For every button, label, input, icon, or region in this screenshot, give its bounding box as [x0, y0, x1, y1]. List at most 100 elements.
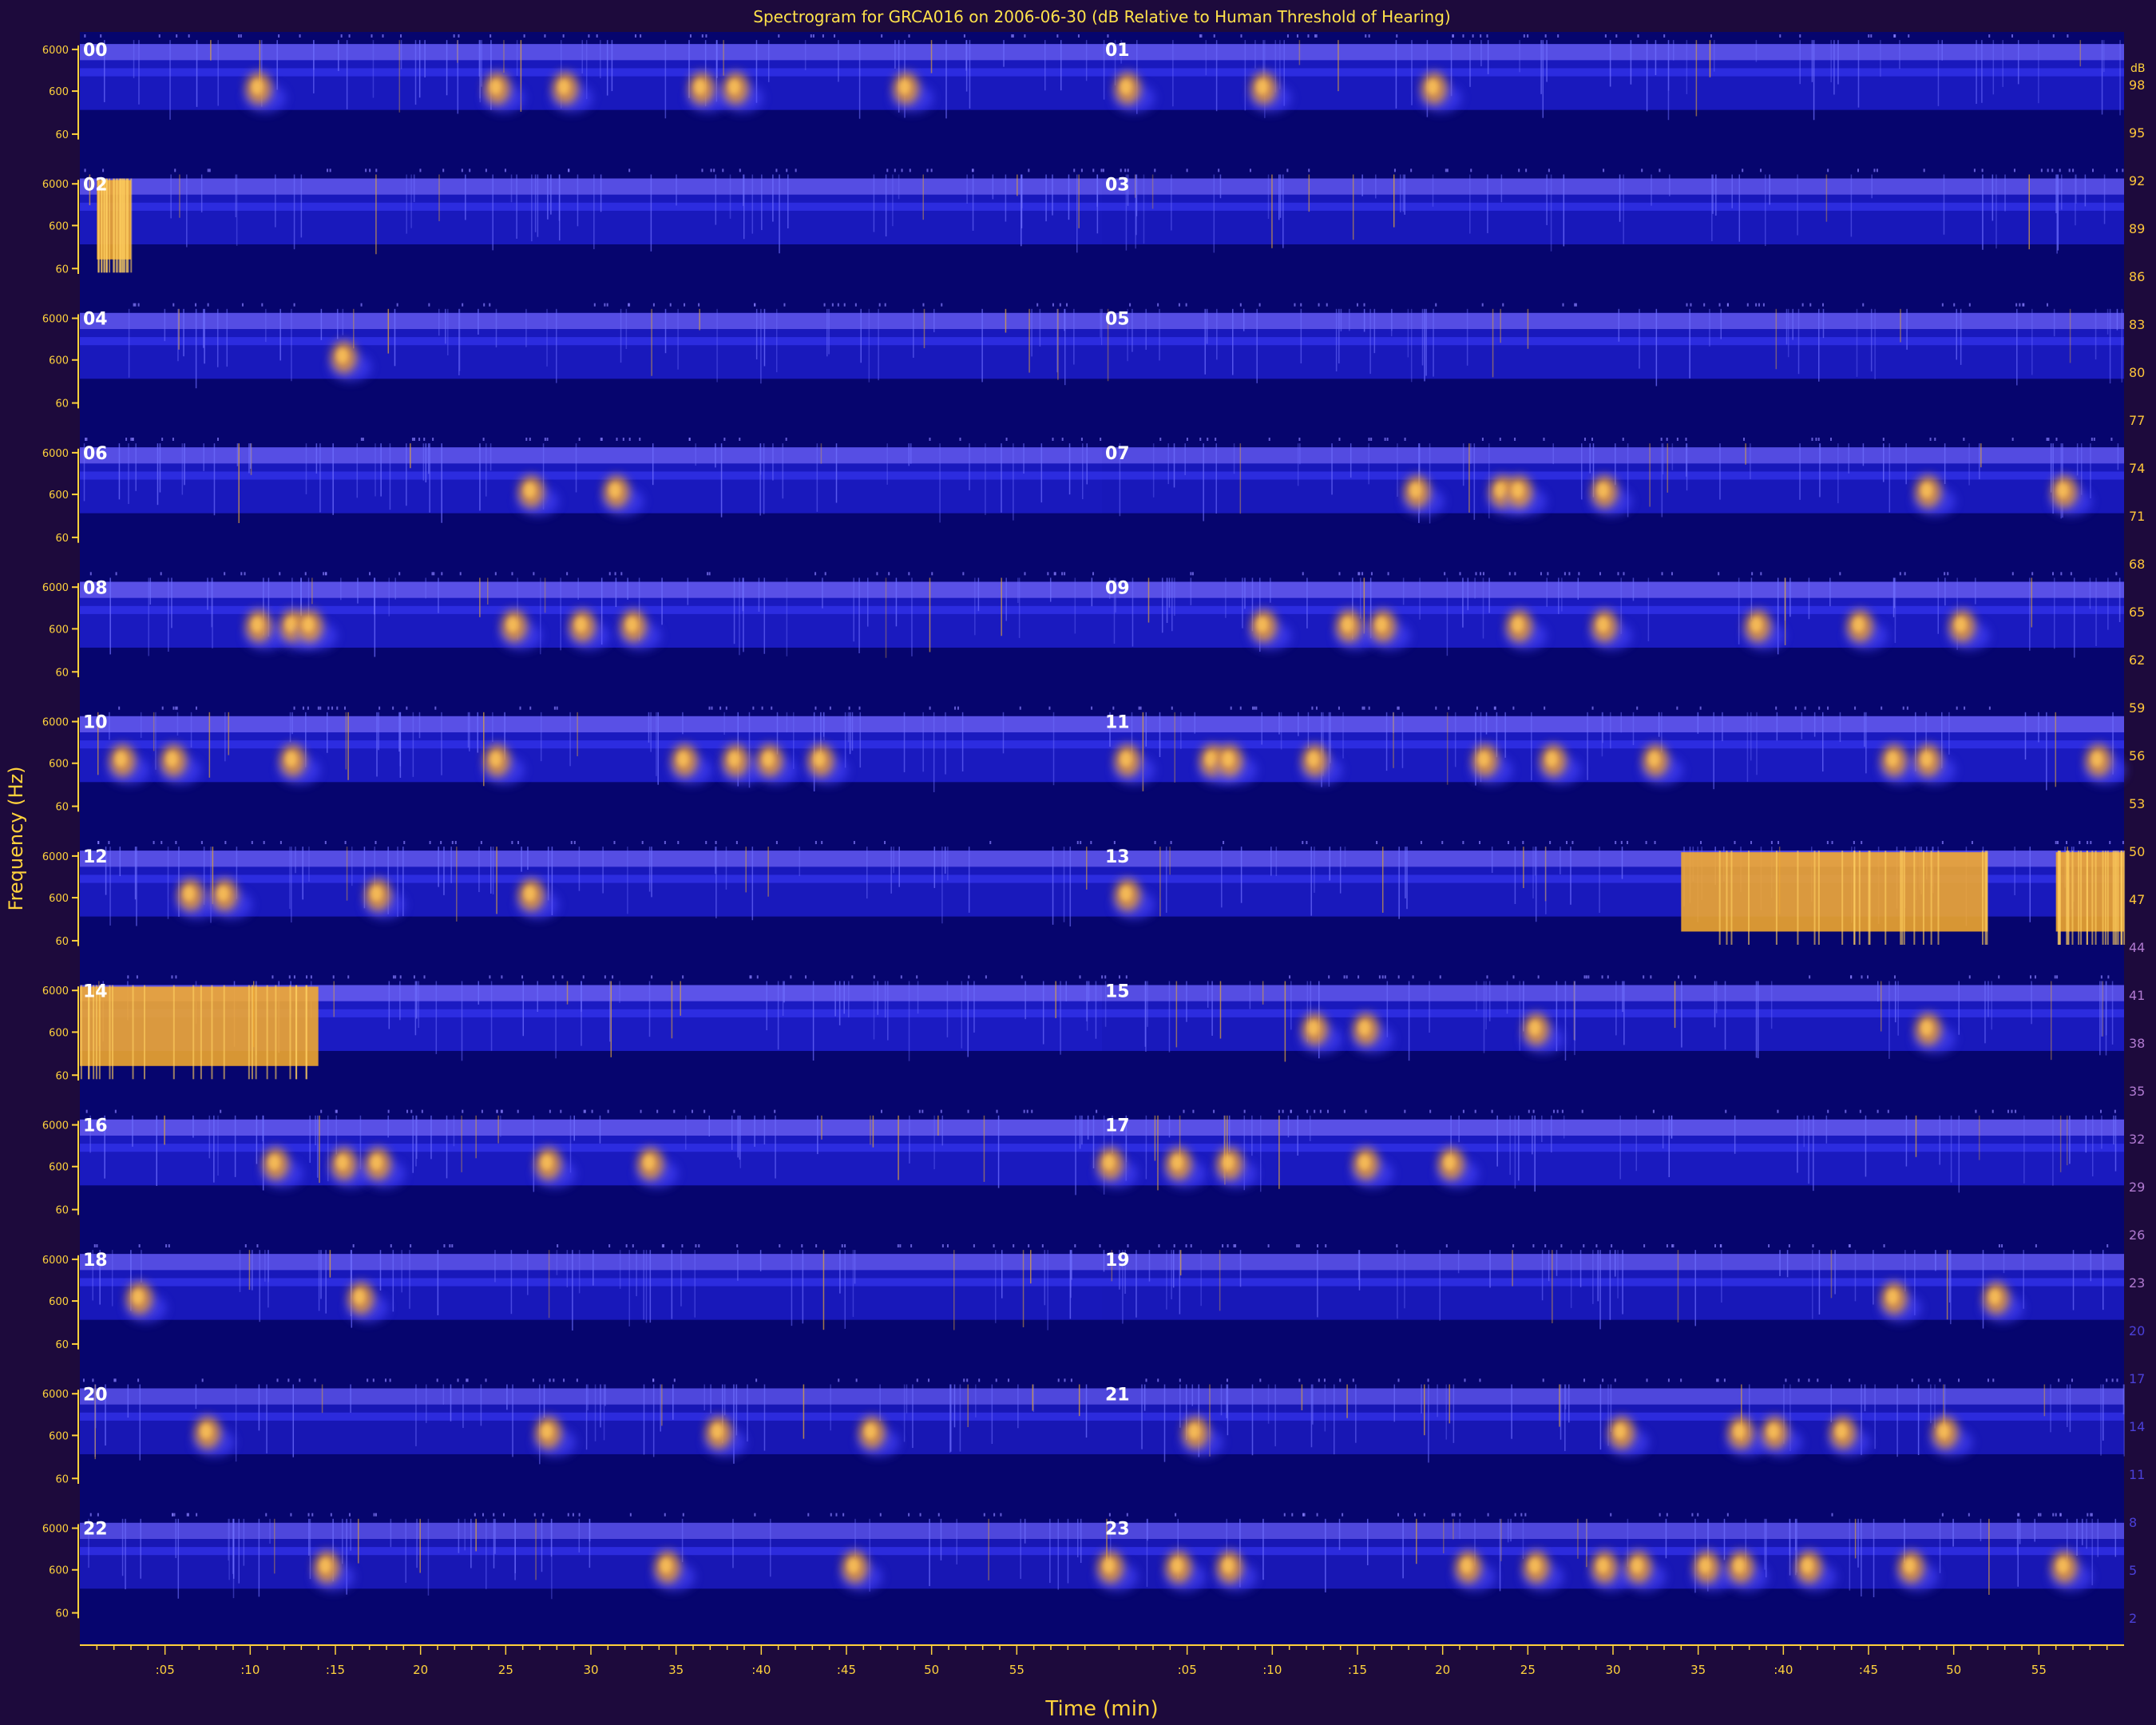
colorbar-tick-label: 20 — [2129, 1323, 2145, 1338]
streak — [458, 1518, 460, 1553]
streak — [1206, 308, 1208, 344]
hour-panel-12: 12 — [80, 841, 1102, 927]
streak — [821, 1115, 822, 1140]
streak — [425, 443, 427, 483]
streak — [732, 1518, 734, 1568]
frequency-band-secondary — [80, 740, 1102, 749]
tick-dot — [336, 706, 339, 710]
streak — [1540, 40, 1542, 94]
loud-streak — [172, 985, 175, 1080]
streak — [886, 443, 888, 485]
tick-dot — [1107, 34, 1109, 38]
streak — [2016, 308, 2018, 386]
frequency-band — [80, 178, 1102, 195]
streak — [1542, 40, 1544, 118]
streak — [305, 443, 307, 494]
frequency-band-secondary — [1102, 1144, 2124, 1152]
streak — [387, 1115, 389, 1138]
tick-dot — [1227, 1244, 1229, 1247]
streak — [1203, 443, 1204, 521]
tick-dot — [1718, 572, 1720, 576]
streak — [1719, 443, 1721, 500]
streak — [226, 308, 228, 367]
streak — [1745, 443, 1746, 465]
streak — [212, 577, 213, 648]
streak — [1982, 1250, 1984, 1329]
tick-dot — [431, 572, 434, 576]
loud-streak — [2112, 851, 2114, 945]
streak — [1297, 1115, 1298, 1156]
streak — [489, 443, 492, 471]
bird-call-core — [1955, 617, 1967, 632]
streak — [1975, 577, 1976, 605]
streak — [447, 308, 449, 355]
colorbar-tick-label: 86 — [2129, 269, 2145, 284]
tick-dot — [1561, 1109, 1563, 1113]
frequency-band-secondary — [80, 202, 1102, 211]
tick-dot — [1000, 1513, 1002, 1517]
loud-streak — [2123, 851, 2126, 945]
tick-dot — [2037, 1513, 2039, 1517]
streak — [1592, 1250, 1594, 1304]
streak — [424, 40, 426, 77]
tick-dot — [481, 1109, 483, 1113]
tick-dot — [1308, 169, 1310, 172]
tick-dot — [168, 1244, 170, 1247]
tick-dot — [1129, 303, 1132, 307]
streak — [1174, 712, 1175, 783]
streak — [184, 443, 185, 486]
tick-dot — [2046, 438, 2048, 441]
tick-dot — [1523, 34, 1525, 38]
streak — [135, 443, 137, 491]
streak — [2023, 1115, 2025, 1184]
loud-streak — [1730, 851, 1733, 945]
tick-dot — [89, 572, 92, 576]
streak — [830, 1384, 831, 1431]
streak — [258, 1384, 260, 1431]
streak — [1466, 308, 1468, 366]
streak — [1279, 40, 1281, 89]
tick-dot — [1603, 169, 1605, 172]
tick-dot — [878, 303, 881, 307]
streak — [1894, 981, 1896, 1023]
streak — [236, 443, 239, 466]
tick-dot — [1031, 1109, 1033, 1113]
tick-dot — [628, 169, 631, 172]
tick-dot — [525, 438, 528, 441]
streak — [671, 1250, 673, 1319]
streak — [1750, 712, 1752, 761]
streak — [1797, 308, 1800, 375]
streak — [672, 1384, 674, 1420]
streak — [1822, 712, 1824, 772]
streak — [953, 1384, 956, 1428]
streak — [1854, 1250, 1857, 1302]
loud-streak — [1817, 851, 1820, 945]
hour-label-17: 17 — [1105, 1116, 1130, 1136]
tick-dot — [411, 438, 414, 441]
colorbar-tick-label: 95 — [2129, 125, 2145, 141]
tick-dot — [2059, 1513, 2062, 1517]
streak — [1207, 981, 1209, 1008]
tick-dot — [1171, 706, 1173, 710]
streak — [676, 174, 677, 206]
streak — [1174, 577, 1175, 617]
streak — [847, 712, 850, 743]
streak — [1191, 1384, 1194, 1406]
bird-call-core — [1631, 1558, 1643, 1573]
streak — [2053, 577, 2055, 649]
tick-dot — [1666, 438, 1668, 441]
streak — [758, 577, 760, 612]
streak — [1984, 981, 1986, 1044]
streak — [217, 1115, 219, 1176]
tick-dot — [835, 1513, 838, 1517]
streak — [648, 847, 651, 892]
loud-streak — [305, 985, 307, 1080]
frequency-band-secondary — [1102, 1547, 2124, 1556]
streak — [870, 1115, 871, 1145]
streak — [204, 308, 205, 364]
tick-dot — [1059, 303, 1061, 307]
streak — [1052, 174, 1053, 216]
streak — [378, 712, 379, 751]
bird-call-core — [1920, 1021, 1932, 1036]
tick-dot — [1479, 1378, 1481, 1382]
